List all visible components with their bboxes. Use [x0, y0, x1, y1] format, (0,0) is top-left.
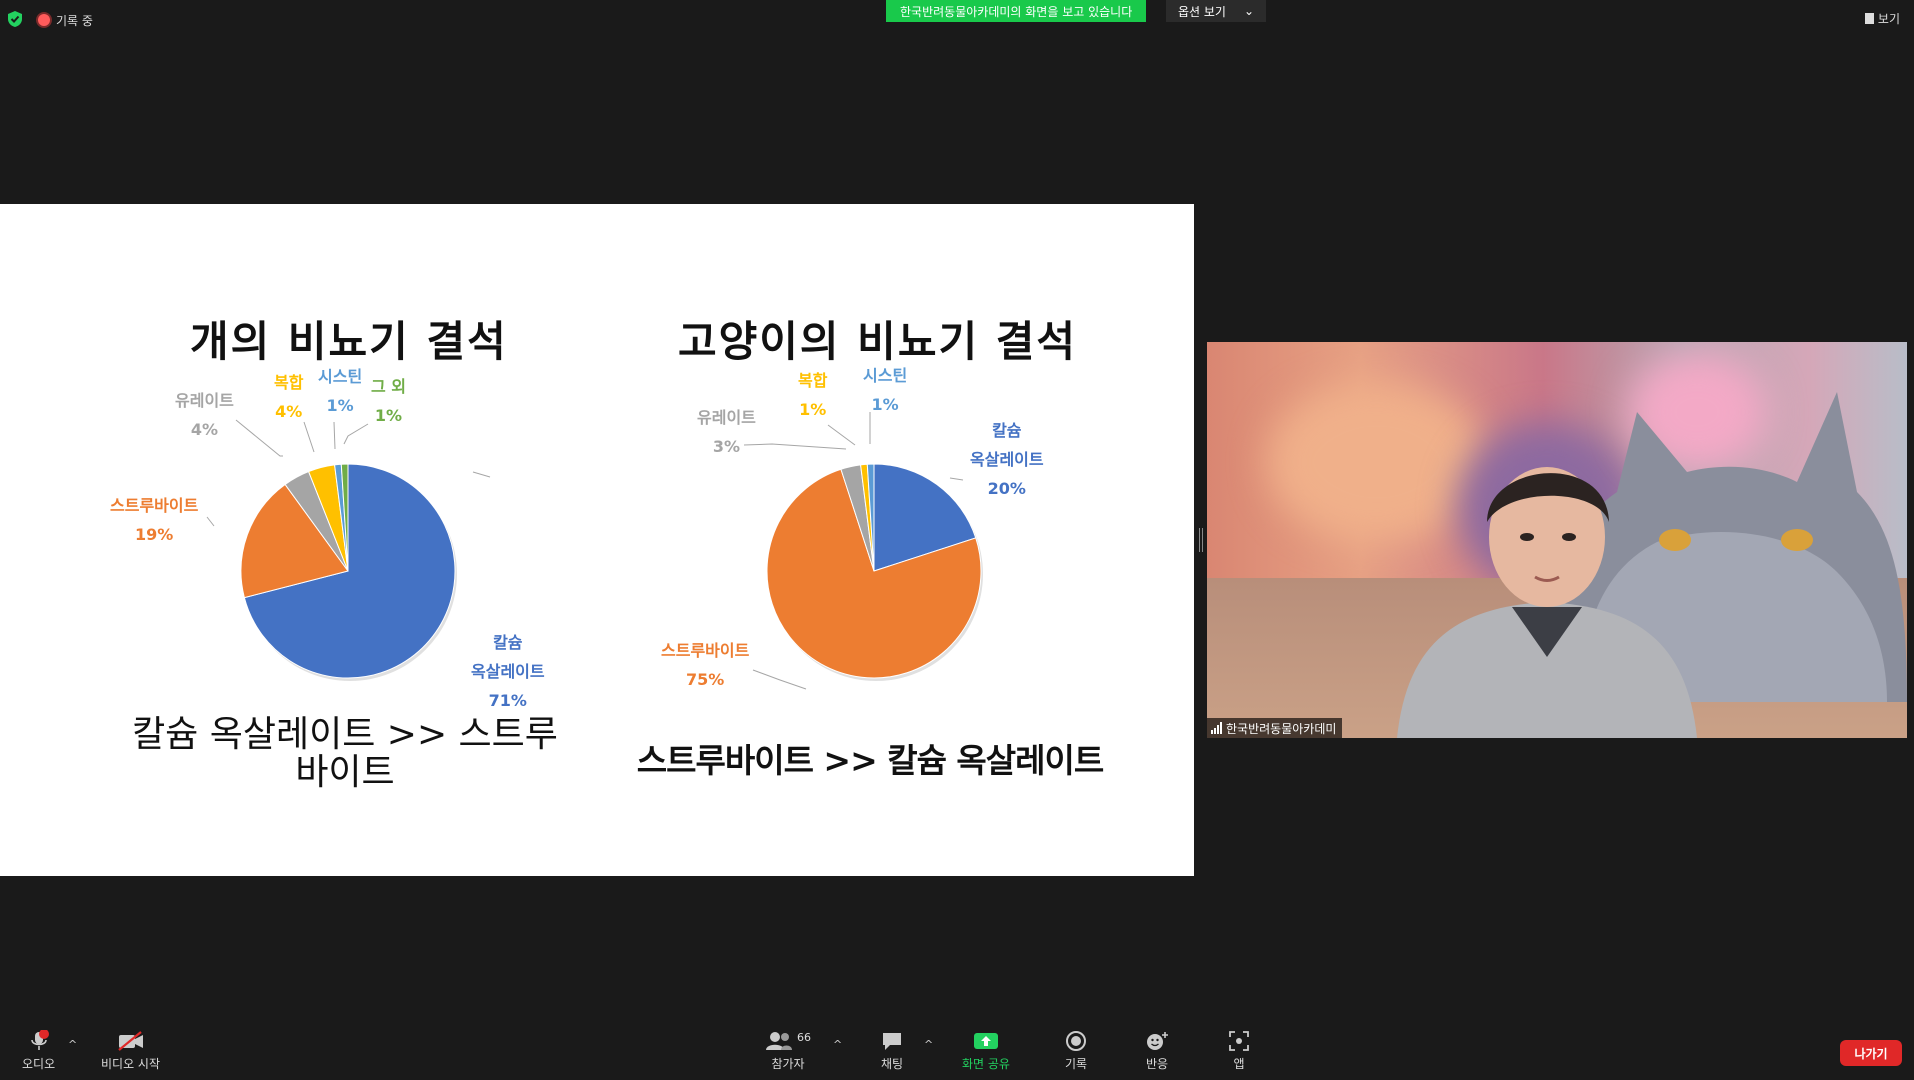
participant-video[interactable] — [1207, 342, 1907, 738]
label-percent: 1% — [871, 395, 899, 414]
participant-name: 한국반려동물아카데미 — [1226, 721, 1337, 736]
label-name: 유레이트 — [175, 391, 234, 410]
security-shield-icon[interactable] — [6, 10, 24, 28]
leave-label: 나가기 — [1854, 1046, 1888, 1061]
label-percent: 4% — [275, 402, 303, 421]
label-name: 유레이트 — [697, 408, 756, 427]
record-button[interactable]: 기록 — [1065, 1030, 1087, 1072]
view-label: 보기 — [1877, 12, 1900, 26]
dog-label-calcium: 칼슘 옥살레이트 71% — [471, 628, 545, 715]
participants-button[interactable]: 66 참가자 — [765, 1030, 811, 1072]
label-name-line1: 칼슘 — [992, 421, 1022, 440]
dog-conclusion: 칼슘 옥살레이트 >> 스트루 바이트 — [100, 716, 590, 792]
panel-resize-handle[interactable] — [1199, 528, 1203, 552]
audio-label: 오디오 — [22, 1057, 56, 1071]
dog-conclusion-line1: 칼슘 옥살레이트 >> 스트루 — [132, 714, 558, 755]
share-banner-text: 한국반려동물아카데미의 화면을 보고 있습니다 — [900, 4, 1133, 19]
presenter-image — [1397, 467, 1697, 738]
participants-label: 참가자 — [771, 1057, 805, 1071]
dog-label-other: 그 외 1% — [371, 372, 406, 430]
label-name: 복합 — [274, 373, 304, 392]
cat-label-calcium: 칼슘 옥살레이트 20% — [970, 416, 1044, 503]
apps-label: 앱 — [1233, 1057, 1245, 1071]
dog-conclusion-line2: 바이트 — [295, 752, 395, 793]
dog-label-struvite: 스트루바이트 19% — [110, 491, 198, 549]
cat-label-urate: 유레이트 3% — [697, 403, 756, 461]
shared-screen: 개의 비뇨기 결석 고양이의 비뇨기 결석 칼슘 옥살레이트 71% 스트루바이… — [0, 204, 1194, 876]
audio-options-caret-icon[interactable]: ^ — [68, 1038, 77, 1051]
label-percent: 3% — [712, 437, 741, 456]
label-name: 시스틴 — [318, 367, 363, 386]
record-label: 기록 — [1065, 1057, 1088, 1071]
label-name: 시스틴 — [863, 366, 908, 385]
chevron-down-icon: ⌄ — [1243, 4, 1255, 18]
microphone-icon — [28, 1030, 50, 1052]
recording-indicator[interactable]: 기록 중 — [38, 10, 93, 30]
view-button[interactable]: 보기 — [1864, 10, 1900, 27]
cat-label-struvite: 스트루바이트 75% — [661, 636, 749, 694]
label-percent: 4% — [190, 420, 219, 439]
label-name: 스트루바이트 — [110, 496, 199, 515]
label-percent: 71% — [488, 691, 527, 710]
label-name: 스트루바이트 — [661, 641, 750, 660]
cat-label-compound: 복합 1% — [798, 366, 827, 424]
participants-count: 66 — [797, 1030, 811, 1044]
apps-icon — [1228, 1030, 1250, 1052]
view-layout-icon — [1864, 13, 1874, 24]
share-screen-icon — [973, 1030, 999, 1052]
video-label: 비디오 시작 — [101, 1057, 161, 1071]
view-options-button[interactable]: 옵션 보기 ⌄ — [1166, 0, 1266, 22]
chat-icon — [880, 1030, 904, 1052]
label-percent: 20% — [987, 479, 1026, 498]
smiley-icon — [1145, 1030, 1169, 1052]
view-options-label: 옵션 보기 — [1177, 4, 1226, 19]
label-percent: 75% — [686, 670, 725, 689]
label-percent: 1% — [326, 396, 354, 415]
video-off-icon — [117, 1030, 145, 1052]
recording-label: 기록 중 — [56, 13, 93, 28]
reactions-button[interactable]: 반응 — [1145, 1030, 1169, 1072]
label-percent: 1% — [799, 400, 827, 419]
audio-button[interactable]: 오디오 — [22, 1030, 55, 1072]
signal-strength-icon — [1211, 722, 1222, 734]
dog-label-cystine: 시스틴 1% — [318, 362, 362, 420]
label-name-line1: 칼슘 — [493, 633, 523, 652]
dog-label-urate: 유레이트 4% — [175, 386, 234, 444]
share-screen-button[interactable]: 화면 공유 — [962, 1030, 1010, 1072]
chat-label: 채팅 — [880, 1057, 904, 1071]
screen-share-banner: 한국반려동물아카데미의 화면을 보고 있습니다 — [886, 0, 1147, 22]
participants-icon: 66 — [765, 1030, 811, 1052]
start-video-button[interactable]: 비디오 시작 — [101, 1030, 160, 1072]
record-icon — [1065, 1030, 1087, 1052]
participant-name-tag: 한국반려동물아카데미 — [1207, 718, 1343, 738]
cat-label-cystine: 시스틴 1% — [863, 361, 907, 419]
leave-button[interactable]: 나가기 — [1840, 1040, 1902, 1066]
label-name-line2: 옥살레이트 — [471, 662, 545, 681]
label-percent: 19% — [135, 525, 174, 544]
share-label: 화면 공유 — [962, 1057, 1010, 1071]
label-percent: 1% — [374, 406, 403, 425]
label-name: 그 외 — [371, 377, 407, 396]
dog-label-compound: 복합 4% — [274, 368, 303, 426]
cat-conclusion: 스트루바이트 >> 칼슘 옥살레이트 — [636, 741, 1104, 780]
chat-options-caret-icon[interactable]: ^ — [924, 1038, 933, 1051]
participants-options-caret-icon[interactable]: ^ — [833, 1038, 842, 1051]
label-name: 복합 — [798, 371, 828, 390]
apps-button[interactable]: 앱 — [1228, 1030, 1250, 1072]
reactions-label: 반응 — [1145, 1057, 1169, 1071]
recording-icon — [38, 14, 50, 26]
label-name-line2: 옥살레이트 — [970, 450, 1044, 469]
chat-button[interactable]: 채팅 — [880, 1030, 904, 1072]
